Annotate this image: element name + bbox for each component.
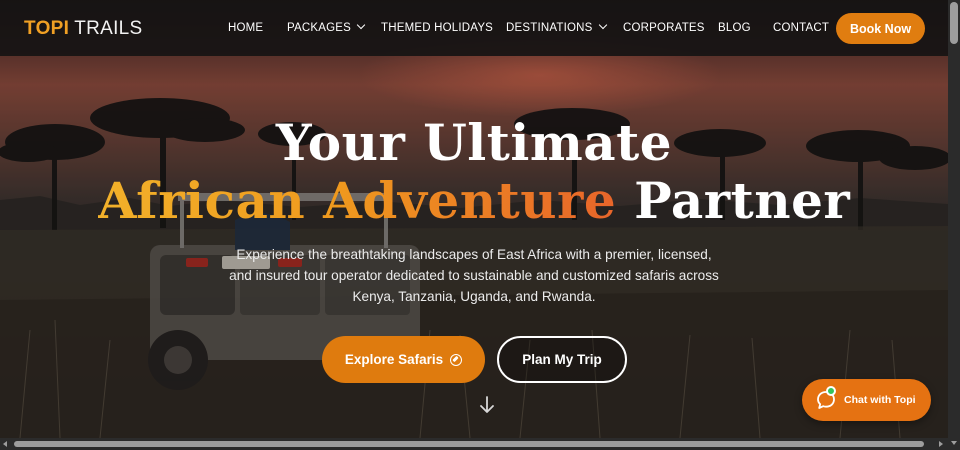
- brand-logo[interactable]: TOPI TRAILS: [24, 18, 143, 40]
- chevron-down-icon: [356, 20, 366, 30]
- arrow-down-icon[interactable]: [478, 395, 496, 415]
- chat-label: Chat with Topi: [844, 394, 916, 406]
- chevron-down-icon: [598, 20, 607, 30]
- scroll-down-arrow-icon[interactable]: [951, 441, 957, 445]
- nav-item-packages[interactable]: PACKAGES: [287, 20, 366, 34]
- vertical-scrollbar-thumb[interactable]: [950, 2, 958, 44]
- logo-primary-text: TOPI: [24, 18, 70, 39]
- horizontal-scrollbar-thumb[interactable]: [14, 441, 924, 447]
- explore-safaris-button[interactable]: Explore Safaris: [322, 336, 485, 383]
- hero-title-rest: Partner: [634, 171, 851, 230]
- scroll-right-arrow-icon[interactable]: [939, 441, 943, 447]
- hero-title-highlight: African Adventure: [97, 171, 617, 230]
- chat-with-topi-button[interactable]: Chat with Topi: [802, 379, 931, 421]
- nav-item-home[interactable]: HOME: [228, 22, 263, 34]
- compass-icon: [450, 353, 463, 366]
- scroll-left-arrow-icon[interactable]: [3, 441, 7, 447]
- plan-my-trip-button[interactable]: Plan My Trip: [497, 336, 627, 383]
- nav-item-blog[interactable]: BLOG: [718, 22, 751, 34]
- nav-item-corporates[interactable]: CORPORATES: [623, 22, 705, 34]
- hero-title-line2: African Adventure Partner: [0, 176, 948, 226]
- nav-item-destinations[interactable]: DESTINATIONS: [506, 20, 607, 34]
- top-navbar: TOPI TRAILS HOME PACKAGES THEMED HOLIDAYS…: [0, 0, 948, 56]
- nav-item-contact[interactable]: CONTACT: [773, 22, 829, 34]
- nav-item-themed-holidays[interactable]: THEMED HOLIDAYS: [381, 22, 493, 34]
- vertical-scrollbar[interactable]: [948, 0, 960, 450]
- explore-safaris-label: Explore Safaris: [344, 352, 444, 367]
- book-now-button[interactable]: Book Now: [836, 13, 925, 44]
- hero-title-line1: Your Ultimate: [275, 113, 673, 172]
- logo-secondary-text: TRAILS: [74, 18, 143, 39]
- online-status-dot: [826, 386, 836, 396]
- hero-subtitle: Experience the breathtaking landscapes o…: [229, 247, 719, 304]
